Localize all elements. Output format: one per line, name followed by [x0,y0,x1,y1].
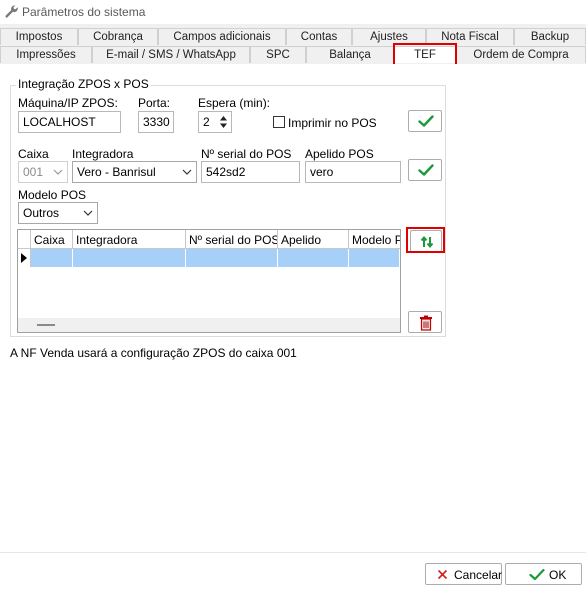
grid-cell[interactable] [31,249,73,267]
ok-button[interactable]: OK [505,563,582,585]
row-indicator-cell [18,249,31,267]
tab-backup[interactable]: Backup [514,28,586,45]
chevron-down-icon [182,169,192,175]
swap-order-button[interactable] [410,230,442,252]
footer-separator [0,552,586,553]
modelo-select[interactable]: Outros [18,202,98,224]
caixa-select[interactable]: 001 [18,161,68,183]
info-text: A NF Venda usará a configuração ZPOS do … [10,346,297,360]
horizontal-scrollbar[interactable] [18,318,400,332]
scrollbar-thumb[interactable] [37,324,55,326]
check-icon [418,164,434,176]
print-pos-label: Imprimir no POS [288,116,377,130]
tab-row-2: Impressões E-mail / SMS / WhatsApp SPC B… [0,46,586,63]
swap-arrows-icon [420,235,434,249]
grid-header-modelo[interactable]: Modelo PC [349,230,400,249]
wrench-icon [5,5,18,18]
cancel-label: Cancelar [454,568,503,582]
tab-ajustes[interactable]: Ajustes [352,28,426,45]
tab-email-sms-whatsapp[interactable]: E-mail / SMS / WhatsApp [92,46,250,63]
apelido-label: Apelido POS [305,147,374,161]
serial-label: Nº serial do POS [201,147,292,161]
tab-impostos[interactable]: Impostos [0,28,78,45]
integradora-value: Vero - Banrisul [77,165,156,179]
grid-cell[interactable] [73,249,186,267]
title-bar: Parâmetros do sistema [0,0,586,24]
grid-header-caixa[interactable]: Caixa [31,230,73,249]
grid-header-serial[interactable]: Nº serial do POS [186,230,278,249]
check-icon [529,568,545,581]
row-pointer-icon [21,253,27,263]
pos-grid[interactable]: Caixa Integradora Nº serial do POS Apeli… [17,229,401,333]
integradora-label: Integradora [72,147,134,161]
port-label: Porta: [138,96,171,110]
tab-cobranca[interactable]: Cobrança [78,28,158,45]
grid-indicator-header [18,230,31,249]
group-title: Integração ZPOS x POS [16,77,151,91]
wait-spinner[interactable]: 2 [198,111,232,133]
tab-nota-fiscal[interactable]: Nota Fiscal [426,28,514,45]
host-input[interactable]: LOCALHOST [18,111,121,133]
tab-row-1: Impostos Cobrança Campos adicionais Cont… [0,28,586,45]
chevron-down-icon [53,169,63,175]
wait-value: 2 [203,115,210,129]
wait-label: Espera (min): [198,96,271,110]
apelido-input[interactable]: vero [305,161,401,183]
tab-ordem-de-compra[interactable]: Ordem de Compra [456,46,586,63]
delete-button[interactable] [408,311,442,333]
tab-contas[interactable]: Contas [286,28,352,45]
close-x-icon [437,569,448,580]
trash-icon [420,315,432,331]
confirm-host-button[interactable] [408,110,442,132]
tab-tef[interactable]: TEF [394,46,456,63]
ok-label: OK [549,568,567,582]
grid-cell[interactable] [278,249,349,267]
window-title: Parâmetros do sistema [22,5,146,19]
host-label: Máquina/IP ZPOS: [18,96,118,110]
tab-campos-adicionais[interactable]: Campos adicionais [158,28,286,45]
grid-header-integradora[interactable]: Integradora [73,230,186,249]
tab-impressoes[interactable]: Impressões [0,46,92,63]
caixa-value: 001 [23,165,44,179]
tab-spc[interactable]: SPC [250,46,306,63]
tab-balanca[interactable]: Balança [306,46,394,63]
grid-cell[interactable] [349,249,400,267]
caixa-label: Caixa [18,147,49,161]
port-input[interactable]: 3330 [138,111,174,133]
confirm-pos-button[interactable] [408,159,442,181]
serial-input[interactable]: 542sd2 [201,161,300,183]
modelo-label: Modelo POS [18,188,87,202]
cancel-button[interactable]: Cancelar [425,563,502,585]
grid-header-apelido[interactable]: Apelido [278,230,349,249]
grid-cell[interactable] [186,249,278,267]
chevron-down-icon [83,210,93,216]
print-pos-checkbox[interactable] [273,116,285,128]
check-icon [418,115,434,127]
integradora-select[interactable]: Vero - Banrisul [72,161,197,183]
spinner-arrows-icon[interactable] [219,114,228,130]
modelo-value: Outros [23,206,60,220]
